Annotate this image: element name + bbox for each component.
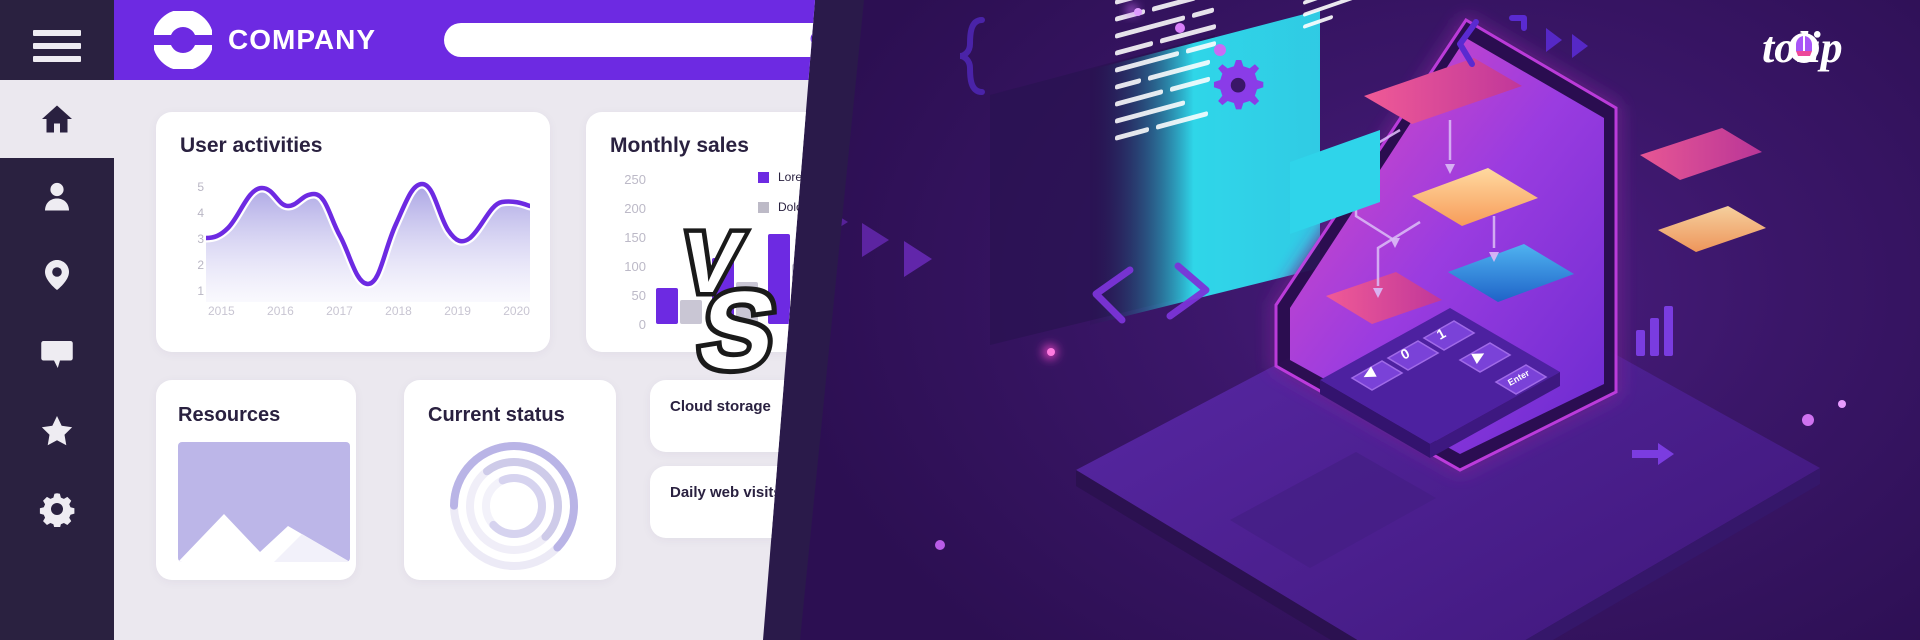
x-tick: 2016 — [267, 304, 294, 318]
company-logo-icon — [152, 9, 214, 71]
y-tick: 2 — [197, 258, 204, 272]
search-input[interactable] — [444, 23, 815, 57]
brand-name: COMPANY — [228, 24, 377, 55]
card-daily-web-visits: Daily web visits — [650, 466, 815, 538]
vs-badge: V S — [670, 200, 840, 397]
bar — [656, 288, 678, 324]
card-title-monthly-sales: Monthly sales — [610, 134, 749, 157]
sidebar-item-settings[interactable] — [0, 470, 114, 548]
card-title-resources: Resources — [178, 404, 281, 426]
card-current-status: Current status — [404, 380, 616, 580]
home-icon — [42, 105, 72, 133]
x-tick: 2020 — [503, 304, 530, 318]
hamburger-menu-icon[interactable] — [33, 12, 81, 80]
gear-icon — [1213, 60, 1264, 110]
y-tick: 100 — [624, 259, 646, 274]
chat-bubble-icon — [41, 341, 73, 368]
sidebar-item-location[interactable] — [0, 236, 114, 314]
y-tick: 50 — [631, 288, 646, 303]
sidebar-item-messages[interactable] — [0, 314, 114, 392]
card-title-cloud-storage: Cloud storage — [670, 398, 771, 415]
y-tick: 3 — [197, 232, 204, 246]
x-tick: 2018 — [385, 304, 412, 318]
y-tick: 150 — [624, 230, 646, 245]
star-icon — [41, 416, 73, 446]
y-tick: 1 — [197, 284, 204, 298]
y-tick: 200 — [624, 201, 646, 216]
y-tick: 0 — [638, 317, 646, 332]
isometric-illustration: ◀ 0 1 ▶ Enter — [800, 0, 1920, 640]
bar-chart-y-axis: 250 200 150 100 50 0 — [604, 172, 646, 332]
tolip-logo: tolip — [1760, 14, 1880, 86]
sidebar — [0, 0, 114, 640]
donut-chart — [446, 438, 582, 574]
sidebar-item-favorites[interactable] — [0, 392, 114, 470]
y-tick: 4 — [197, 206, 204, 220]
card-cloud-storage: Cloud storage — [650, 380, 815, 452]
card-title-current-status: Current status — [428, 404, 565, 426]
user-icon — [45, 182, 69, 211]
card-title-user-activities: User activities — [180, 134, 323, 157]
card-title-daily-web-visits: Daily web visits — [670, 484, 782, 501]
line-chart: 5 4 3 2 1 2015 2016 2017 2018 2019 2020 — [180, 179, 535, 330]
gear-icon — [39, 493, 75, 527]
screenshot-root: ◀ 0 1 ▶ Enter COMPANY User activities 5 … — [0, 0, 1920, 640]
app-header: COMPANY — [114, 0, 815, 80]
x-tick: 2017 — [326, 304, 353, 318]
sidebar-item-profile[interactable] — [0, 158, 114, 236]
sidebar-item-home[interactable] — [0, 80, 114, 158]
bracket-decor — [959, 17, 985, 95]
line-chart-plot — [201, 179, 535, 302]
card-resources: Resources — [156, 380, 356, 580]
x-tick: 2019 — [444, 304, 471, 318]
resources-image — [178, 442, 350, 562]
map-pin-icon — [45, 260, 69, 290]
y-tick: 250 — [624, 172, 646, 187]
line-chart-x-axis: 2015 2016 2017 2018 2019 2020 — [208, 304, 530, 318]
search-icon — [810, 31, 815, 46]
y-tick: 5 — [197, 180, 204, 194]
line-chart-y-axis: 5 4 3 2 1 — [180, 180, 204, 300]
card-user-activities: User activities 5 4 3 2 1 2015 2016 2017… — [156, 112, 550, 352]
x-tick: 2015 — [208, 304, 235, 318]
